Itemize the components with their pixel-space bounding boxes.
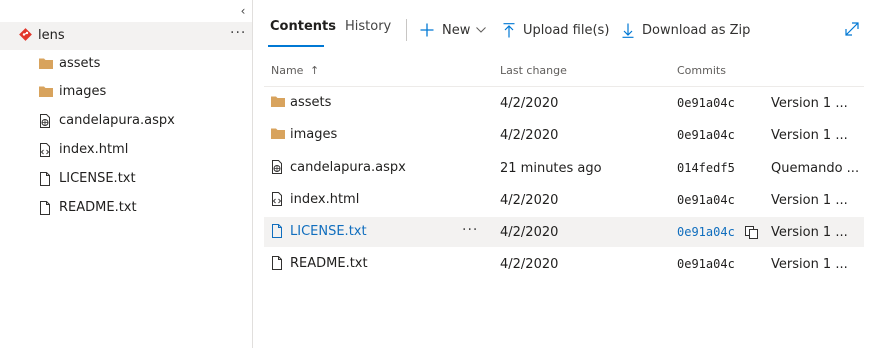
- row-commit-message: Quemando ...: [771, 161, 860, 176]
- tree-item-candelapura[interactable]: candelapura.aspx: [0, 107, 252, 135]
- tree-item-license[interactable]: LICENSE.txt: [0, 165, 252, 193]
- row-more-options-icon[interactable]: ···: [462, 222, 478, 238]
- row-commit-message: Version 1 ...: [771, 96, 848, 111]
- more-options-icon[interactable]: ···: [230, 25, 246, 41]
- code-file-icon: [271, 192, 284, 206]
- code-file-icon: [39, 143, 52, 157]
- folder-icon: [39, 57, 53, 69]
- row-name[interactable]: images: [290, 127, 337, 142]
- web-file-icon: [271, 160, 284, 174]
- web-file-icon: [39, 114, 52, 128]
- sort-ascending-icon: ↑: [309, 64, 320, 77]
- file-icon: [39, 201, 51, 215]
- row-last-change: 4/2/2020: [500, 193, 559, 208]
- header-divider: [264, 86, 864, 87]
- tree-item-label: assets: [59, 56, 101, 71]
- row-last-change: 4/2/2020: [500, 225, 559, 240]
- column-header-commits[interactable]: Commits: [677, 64, 726, 77]
- row-commit-hash[interactable]: 0e91a04c: [677, 128, 735, 142]
- row-commit-hash[interactable]: 0e91a04c: [677, 257, 735, 271]
- table-row[interactable]: candelapura.aspx 21 minutes ago 014fedf5…: [264, 153, 864, 183]
- folder-icon: [271, 95, 285, 107]
- file-icon: [39, 172, 51, 186]
- tree-item-label: README.txt: [59, 200, 137, 215]
- folder-icon: [39, 85, 53, 97]
- tree-item-label: index.html: [59, 142, 129, 157]
- new-label: New: [442, 22, 471, 38]
- file-tree-panel: ‹ lens ··· assets images candelapura.asp…: [0, 0, 253, 348]
- expand-icon[interactable]: [845, 22, 859, 36]
- row-name[interactable]: LICENSE.txt: [290, 224, 367, 239]
- chevron-down-icon: [476, 27, 487, 33]
- row-commit-hash[interactable]: 0e91a04c: [677, 96, 735, 110]
- git-repo-icon: [19, 28, 32, 41]
- tree-root-label: lens: [38, 28, 65, 43]
- table-row[interactable]: assets 4/2/2020 0e91a04c Version 1 ...: [264, 88, 864, 118]
- upload-files-button[interactable]: Upload file(s): [503, 20, 609, 40]
- tree-root-lens[interactable]: lens ···: [0, 22, 252, 50]
- download-icon: [622, 23, 634, 38]
- row-last-change: 21 minutes ago: [500, 161, 602, 176]
- row-last-change: 4/2/2020: [500, 257, 559, 272]
- download-label: Download as Zip: [642, 22, 751, 38]
- row-commit-message: Version 1 ...: [771, 225, 848, 240]
- folder-icon: [271, 127, 285, 139]
- row-commit-message: Version 1 ...: [771, 257, 848, 272]
- tree-item-readme[interactable]: README.txt: [0, 194, 252, 222]
- tree-item-label: LICENSE.txt: [59, 171, 136, 186]
- column-header-name[interactable]: Name ↑: [271, 64, 319, 77]
- tree-item-index-html[interactable]: index.html: [0, 136, 252, 164]
- row-name[interactable]: candelapura.aspx: [290, 160, 406, 175]
- tree-item-label: images: [59, 84, 107, 99]
- tab-history[interactable]: History: [345, 19, 391, 34]
- download-zip-button[interactable]: Download as Zip: [622, 20, 750, 40]
- row-last-change: 4/2/2020: [500, 128, 559, 143]
- active-tab-indicator: [268, 45, 324, 47]
- plus-icon: [420, 23, 434, 37]
- table-row[interactable]: index.html 4/2/2020 0e91a04c Version 1 .…: [264, 185, 864, 215]
- table-row[interactable]: images 4/2/2020 0e91a04c Version 1 ...: [264, 120, 864, 150]
- tree-item-images[interactable]: images: [0, 78, 252, 106]
- tree-item-assets[interactable]: assets: [0, 50, 252, 78]
- tab-contents[interactable]: Contents: [270, 19, 336, 34]
- tree-item-label: candelapura.aspx: [59, 113, 175, 128]
- row-name[interactable]: index.html: [290, 192, 359, 207]
- toolbar-divider: [406, 19, 407, 41]
- row-last-change: 4/2/2020: [500, 96, 559, 111]
- row-commit-message: Version 1 ...: [771, 193, 848, 208]
- upload-label: Upload file(s): [523, 22, 610, 38]
- row-name[interactable]: assets: [290, 95, 331, 110]
- row-name[interactable]: README.txt: [290, 256, 368, 271]
- file-icon: [271, 224, 283, 238]
- row-commit-message: Version 1 ...: [771, 128, 848, 143]
- row-commit-hash[interactable]: 014fedf5: [677, 161, 735, 175]
- row-commit-hash[interactable]: 0e91a04c: [677, 193, 735, 207]
- column-header-name-label: Name: [271, 64, 304, 77]
- column-header-last-change[interactable]: Last change: [500, 64, 567, 77]
- file-icon: [271, 256, 283, 270]
- collapse-panel-button[interactable]: ‹: [237, 4, 249, 18]
- new-button[interactable]: New: [420, 20, 487, 40]
- table-row-selected[interactable]: LICENSE.txt ··· 4/2/2020 0e91a04c Versio…: [264, 217, 864, 247]
- table-row[interactable]: README.txt 4/2/2020 0e91a04c Version 1 .…: [264, 249, 864, 279]
- upload-icon: [503, 22, 515, 38]
- copy-icon[interactable]: [745, 226, 758, 239]
- row-commit-hash[interactable]: 0e91a04c: [677, 225, 735, 239]
